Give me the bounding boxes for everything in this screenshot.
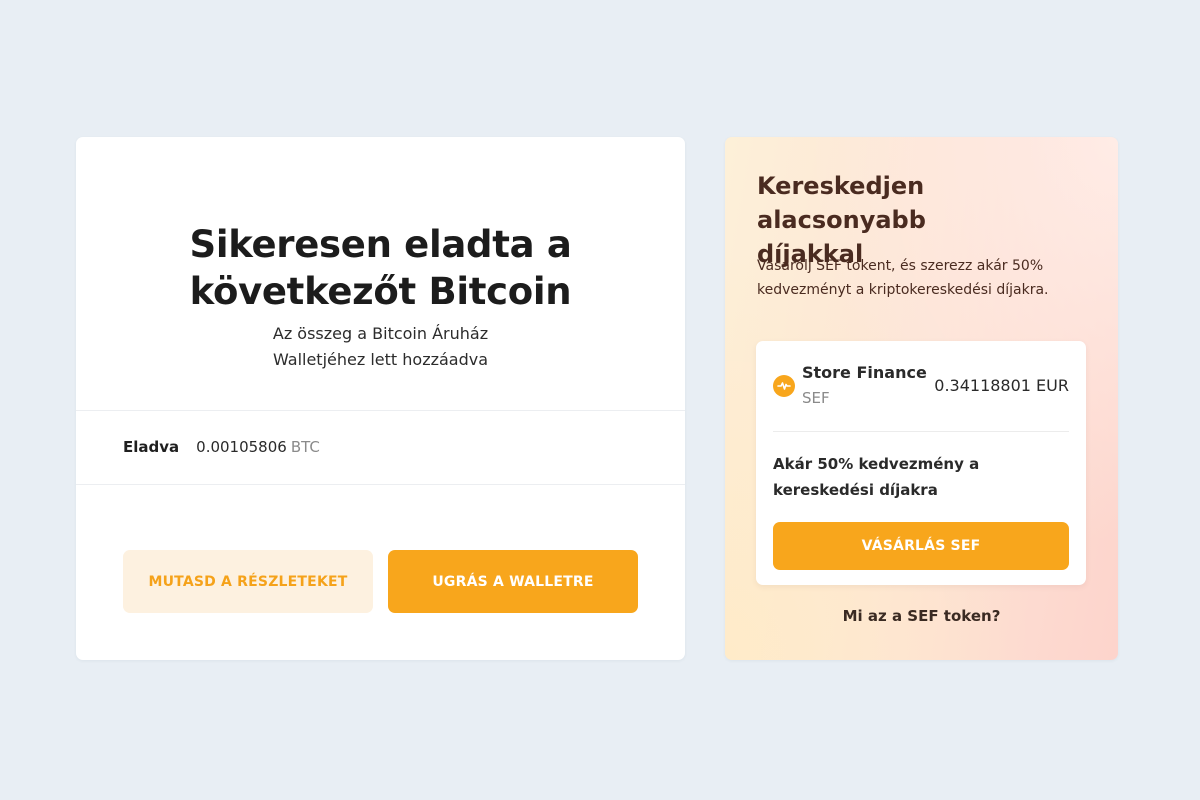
success-title: Sikeresen eladta a következőt Bitcoin — [76, 221, 685, 315]
token-divider — [773, 431, 1069, 432]
success-title-line-1: Sikeresen eladta a — [189, 223, 572, 266]
promo-description: Vásárolj SEF tokent, és szerezz akár 50%… — [757, 254, 1097, 302]
success-subtitle: Az összeg a Bitcoin Áruház Walletjéhez l… — [76, 321, 685, 373]
token-symbol: SEF — [802, 389, 830, 407]
sold-amount-unit: BTC — [290, 438, 320, 456]
buy-sef-button[interactable]: VÁSÁRLÁS SEF — [773, 522, 1069, 570]
divider-bottom — [76, 484, 685, 485]
sold-label: Eladva — [123, 438, 180, 456]
success-title-line-2: következőt Bitcoin — [189, 270, 572, 313]
token-offer-box: Store Finance SEF 0.34118801 EUR Akár 50… — [756, 341, 1086, 585]
token-name: Store Finance — [802, 363, 927, 382]
store-finance-logo-icon — [773, 375, 795, 397]
token-price: 0.34118801 EUR — [934, 376, 1069, 395]
what-is-sef-link[interactable]: Mi az a SEF token? — [725, 607, 1118, 625]
promo-description-line-1: Vásárolj SEF tokent, és szerezz akár 50% — [757, 258, 1044, 274]
sold-amount-value: 0.00105806 — [196, 438, 287, 456]
promo-description-line-2: kedvezményt a kriptokereskedési díjakra. — [757, 282, 1049, 298]
token-benefit-line-1: Akár 50% kedvezmény a — [773, 455, 980, 473]
token-benefit-text: Akár 50% kedvezmény a kereskedési díjakr… — [773, 451, 1069, 503]
promo-title-line-1: Kereskedjen alacsonyabb — [757, 172, 926, 234]
show-details-button[interactable]: MUTASD A RÉSZLETEKET — [123, 550, 373, 613]
success-subtitle-line-1: Az összeg a Bitcoin Áruház — [272, 324, 489, 343]
divider-top — [76, 410, 685, 411]
sale-success-card: Sikeresen eladta a következőt Bitcoin Az… — [76, 137, 685, 660]
sef-promo-card: Kereskedjen alacsonyabb díjakkal Vásárol… — [725, 137, 1118, 660]
token-benefit-line-2: kereskedési díjakra — [773, 481, 938, 499]
success-subtitle-line-2: Walletjéhez lett hozzáadva — [272, 350, 489, 369]
go-to-wallet-button[interactable]: UGRÁS A WALLETRE — [388, 550, 638, 613]
sold-amount-row: Eladva 0.00105806 BTC — [123, 437, 320, 457]
